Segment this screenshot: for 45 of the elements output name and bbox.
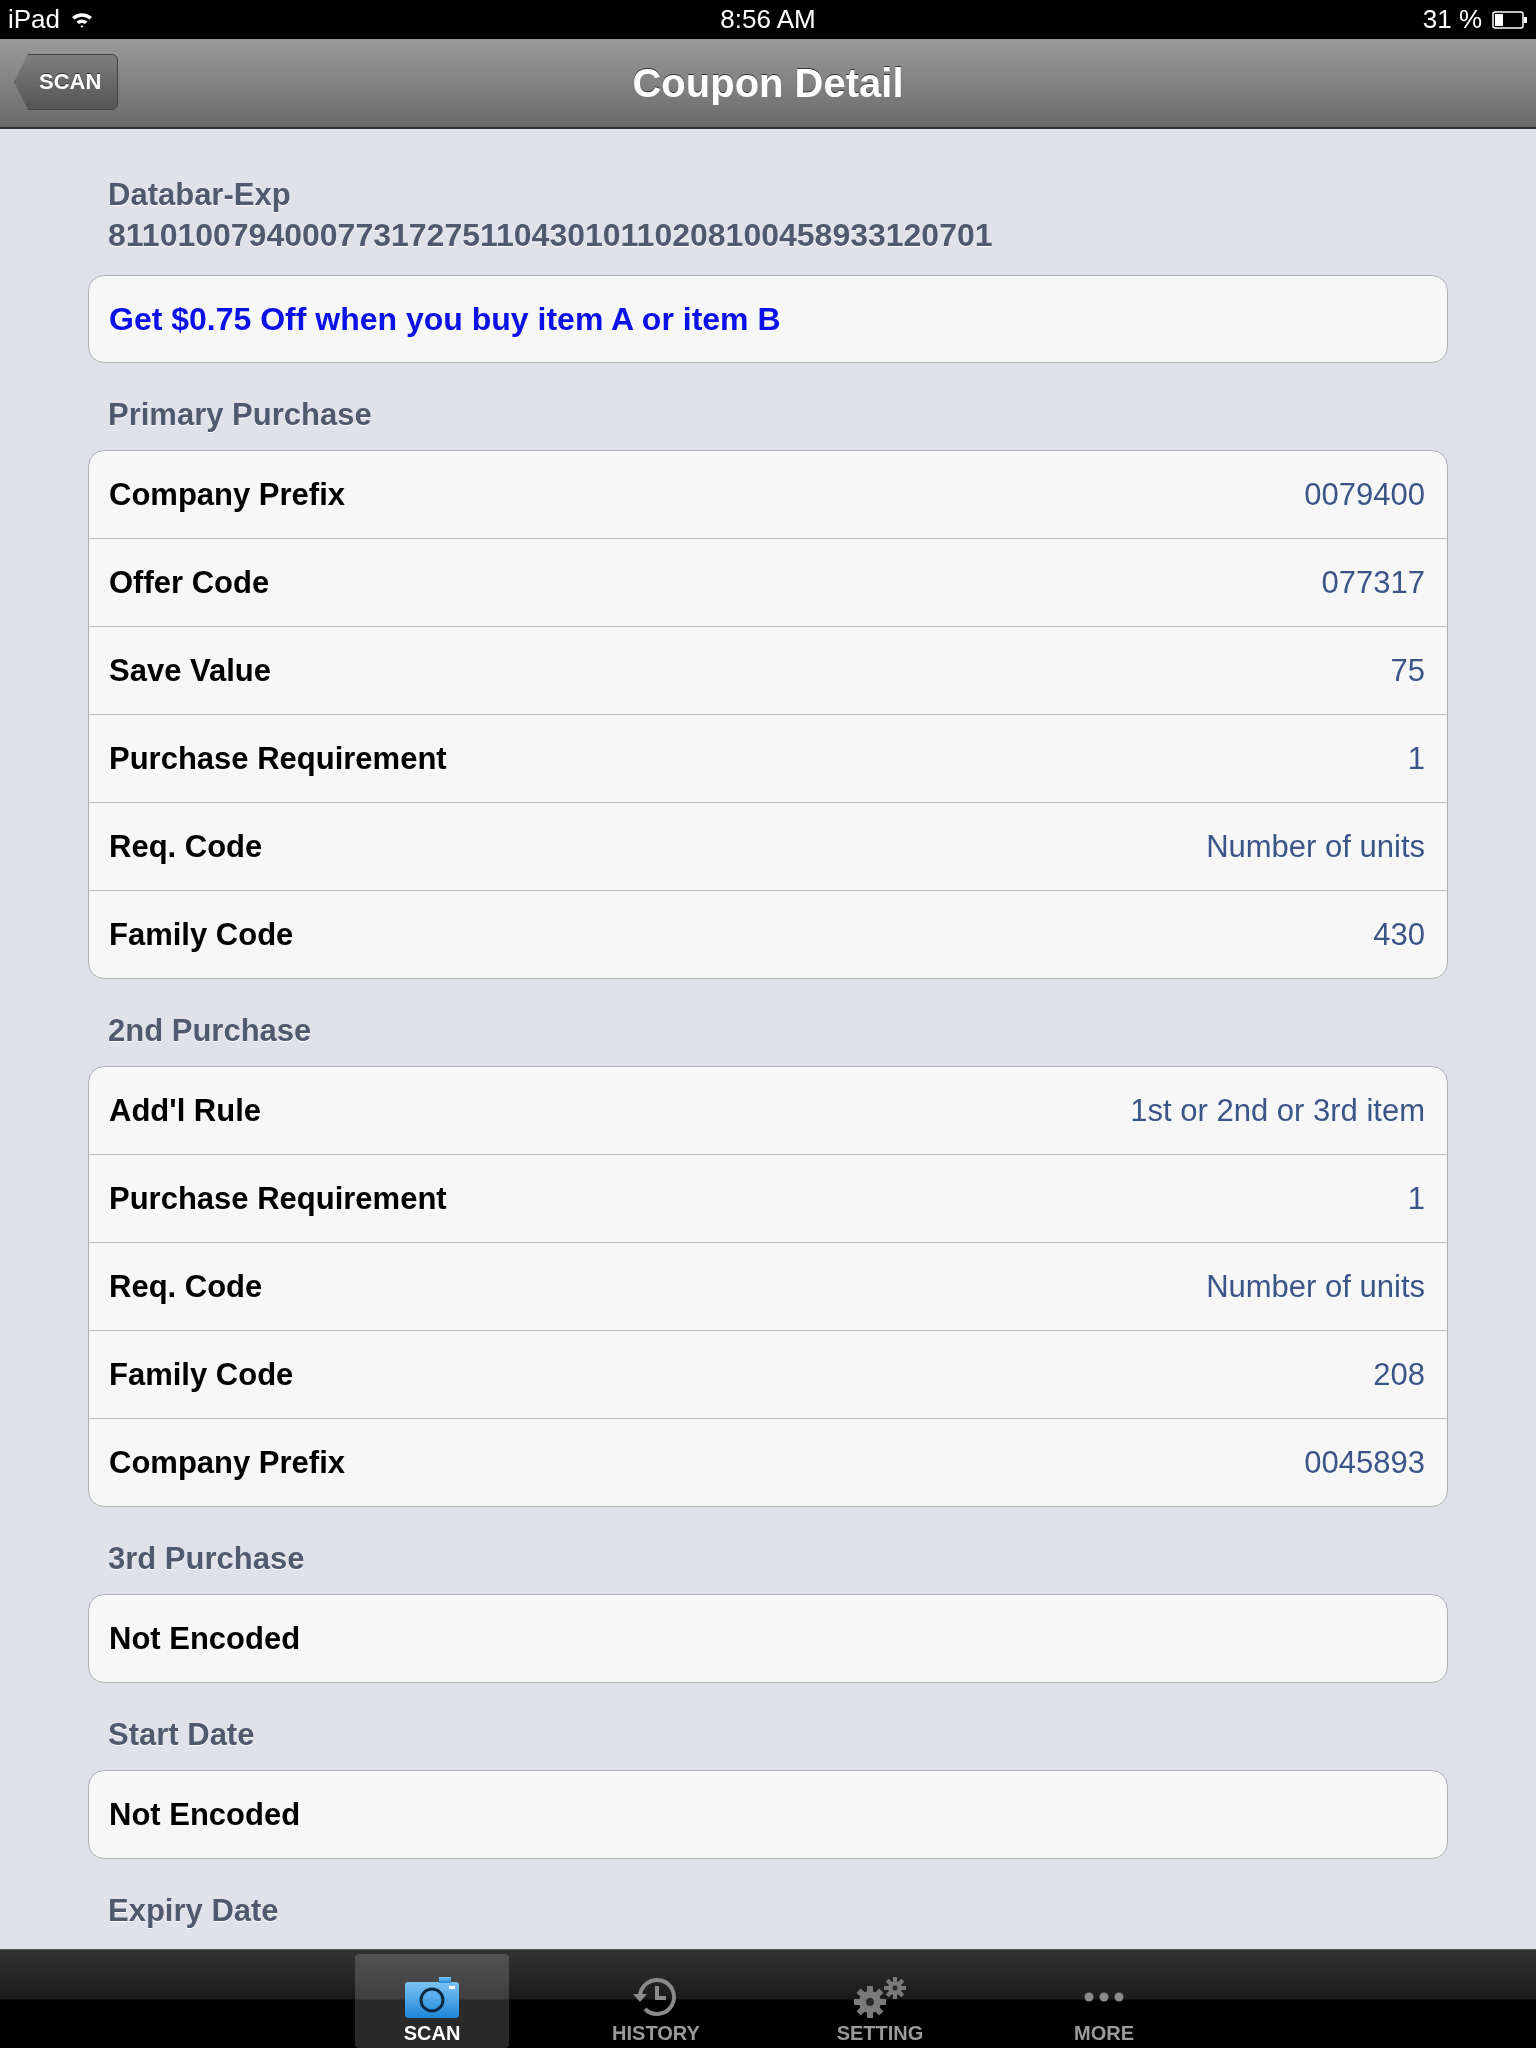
tab-item[interactable]: SCAN <box>355 1954 509 2048</box>
barcode-type: Databar-Exp <box>108 176 292 214</box>
row-label: Add'l Rule <box>109 1092 262 1129</box>
row-value: 0045893 <box>1304 1444 1425 1481</box>
battery-icon <box>1492 10 1528 29</box>
row-label: Not Encoded <box>109 1796 301 1833</box>
tab-item[interactable]: HISTORY <box>579 1954 733 2048</box>
back-button[interactable]: SCAN <box>14 54 119 110</box>
row-value: Number of units <box>1206 828 1425 865</box>
row-value: 75 <box>1390 652 1425 689</box>
battery-percent: 31 % <box>1422 4 1482 35</box>
row-label: Family Code <box>109 1356 294 1393</box>
more-icon <box>1083 1991 1125 2003</box>
clock-time: 8:56 AM <box>720 4 816 35</box>
tab-item[interactable]: MORE <box>1027 1954 1181 2048</box>
tab-item[interactable]: SETTING <box>803 1954 957 2048</box>
row-value: 0079400 <box>1304 476 1425 513</box>
section-header: 2nd Purchase <box>107 1012 313 1050</box>
row-value: 1 <box>1407 740 1425 777</box>
row-value: 1st or 2nd or 3rd item <box>1130 1092 1425 1129</box>
row-value: 208 <box>1373 1356 1425 1393</box>
row-label: Save Value <box>109 652 271 689</box>
row-label: Family Code <box>109 916 294 953</box>
screen-title: Coupon Detail <box>632 60 904 106</box>
carrier-label: iPad <box>8 4 61 35</box>
section-header: Start Date <box>107 1716 256 1754</box>
section-header: Expiry Date <box>107 1892 280 1930</box>
row-label: Req. Code <box>109 1268 263 1305</box>
row-label: Not Encoded <box>109 1620 301 1657</box>
section-header: 3rd Purchase <box>107 1540 306 1578</box>
row-label: Purchase Requirement <box>109 740 447 777</box>
row-label: Offer Code <box>109 564 270 601</box>
row-value: 1 <box>1407 1180 1425 1217</box>
offer-text: Get $0.75 Off when you buy item A or item B <box>109 300 781 338</box>
row-value: Number of units <box>1206 1268 1425 1305</box>
row-label: Company Prefix <box>109 476 345 513</box>
row-label: Purchase Requirement <box>109 1180 447 1217</box>
camera-icon <box>403 1974 461 2020</box>
barcode-data: 81101007940007731727511043010110208100458933120701 <box>108 216 994 255</box>
row-label: Company Prefix <box>109 1444 345 1481</box>
wifi-icon <box>70 10 95 29</box>
row-value: 077317 <box>1321 564 1425 601</box>
section-header: Primary Purchase <box>107 396 373 434</box>
row-label: Req. Code <box>109 828 263 865</box>
row-value: 430 <box>1373 916 1425 953</box>
